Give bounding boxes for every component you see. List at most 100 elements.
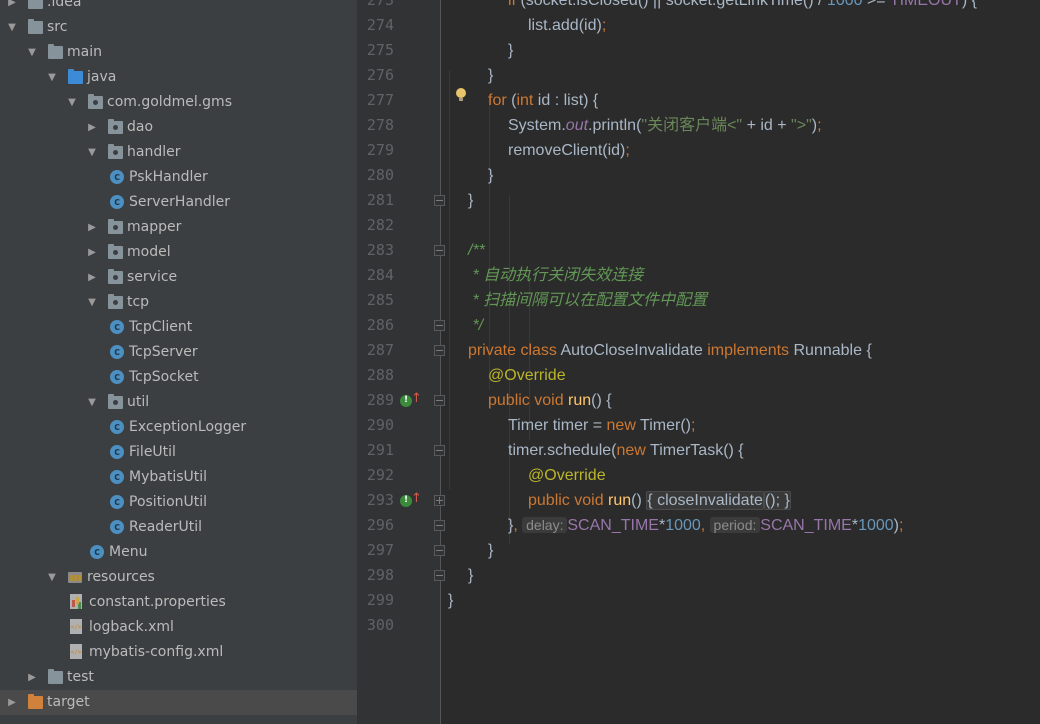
tree-item-tcp[interactable]: ▼ tcp: [0, 290, 357, 315]
collapsed-arrow-icon[interactable]: ▶: [86, 240, 98, 265]
collapsed-arrow-icon[interactable]: ▶: [6, 0, 18, 15]
code-line[interactable]: Timer timer = new Timer();: [508, 413, 695, 438]
expanded-arrow-icon[interactable]: ▼: [86, 390, 98, 415]
tree-item-tcpsocket[interactable]: TcpSocket: [0, 365, 357, 390]
tree-item-main[interactable]: ▼ main: [0, 40, 357, 65]
code-line[interactable]: timer.schedule(new TimerTask() {: [508, 438, 744, 463]
tree-item--idea[interactable]: ▶ .idea: [0, 0, 357, 15]
expanded-arrow-icon[interactable]: ▼: [86, 290, 98, 315]
tree-item-resources[interactable]: ▼ resources: [0, 565, 357, 590]
collapsed-arrow-icon[interactable]: ▶: [26, 665, 38, 690]
code-line[interactable]: @Override: [488, 363, 566, 388]
tree-item-model[interactable]: ▶ model: [0, 240, 357, 265]
code-line[interactable]: @Override: [528, 463, 606, 488]
collapse-fold-icon[interactable]: [434, 195, 445, 206]
expanded-arrow-icon[interactable]: ▼: [46, 565, 58, 590]
tree-item-java[interactable]: ▼ java: [0, 65, 357, 90]
tree-item-label: mybatis-config.xml: [89, 644, 224, 660]
code-token: Timer(): [640, 417, 691, 434]
tree-item-fileutil[interactable]: FileUtil: [0, 440, 357, 465]
tree-item-com-goldmel-gms[interactable]: ▼ com.goldmel.gms: [0, 90, 357, 115]
code-token: public void: [528, 492, 609, 509]
collapsed-arrow-icon[interactable]: ▶: [86, 215, 98, 240]
collapse-fold-icon[interactable]: [434, 345, 445, 356]
code-line[interactable]: }: [468, 563, 473, 588]
tree-item-positionutil[interactable]: PositionUtil: [0, 490, 357, 515]
code-token: .println(: [588, 117, 642, 134]
code-line[interactable]: System.out.println("关闭客户端<" + id + ">");: [508, 113, 822, 138]
tree-item-menu[interactable]: Menu: [0, 540, 357, 565]
code-line[interactable]: for (int id : list) {: [488, 88, 598, 113]
code-line[interactable]: removeClient(id);: [508, 138, 630, 163]
tree-item-mapper[interactable]: ▶ mapper: [0, 215, 357, 240]
tree-item-target[interactable]: ▶ target: [0, 690, 357, 715]
code-token: 1000: [826, 0, 863, 9]
collapse-fold-icon[interactable]: [434, 445, 445, 456]
expanded-arrow-icon[interactable]: ▼: [26, 40, 38, 65]
tree-item-dao[interactable]: ▶ dao: [0, 115, 357, 140]
tree-item-mybatis-config-xml[interactable]: mybatis-config.xml: [0, 640, 357, 665]
tree-item-label: test: [67, 669, 94, 685]
code-token: TIMEOUT: [889, 0, 962, 9]
code-line[interactable]: }: [488, 63, 493, 88]
code-line[interactable]: }, delay: SCAN_TIME*1000, period: SCAN_T…: [508, 513, 903, 538]
tree-item-constant-properties[interactable]: constant.properties: [0, 590, 357, 615]
code-line[interactable]: }: [508, 38, 513, 63]
tree-item-service[interactable]: ▶ service: [0, 265, 357, 290]
tree-item-mybatisutil[interactable]: MybatisUtil: [0, 465, 357, 490]
tree-item-src[interactable]: ▼ src: [0, 15, 357, 40]
code-token: int: [516, 92, 538, 109]
tree-item-serverhandler[interactable]: ServerHandler: [0, 190, 357, 215]
tree-item-pskhandler[interactable]: PskHandler: [0, 165, 357, 190]
collapse-fold-icon[interactable]: [434, 395, 445, 406]
expanded-arrow-icon[interactable]: ▼: [46, 65, 58, 90]
code-line[interactable]: }: [448, 588, 453, 613]
tree-item-util[interactable]: ▼ util: [0, 390, 357, 415]
collapsed-arrow-icon[interactable]: ▶: [86, 115, 98, 140]
tree-item-label: handler: [127, 144, 181, 160]
code-token: }: [488, 67, 494, 84]
tree-item-readerutil[interactable]: ReaderUtil: [0, 515, 357, 540]
collapse-fold-icon[interactable]: [434, 320, 445, 331]
tree-item-tcpclient[interactable]: TcpClient: [0, 315, 357, 340]
collapsed-arrow-icon[interactable]: ▶: [86, 265, 98, 290]
collapsed-arrow-icon[interactable]: ▶: [6, 690, 18, 715]
tree-item-logback-xml[interactable]: logback.xml: [0, 615, 357, 640]
code-line[interactable]: */: [468, 313, 483, 338]
tree-item-exceptionlogger[interactable]: ExceptionLogger: [0, 415, 357, 440]
folded-code-region[interactable]: { closeInvalidate: [646, 491, 764, 510]
java-class-icon: [110, 495, 124, 509]
expand-fold-icon[interactable]: [434, 495, 445, 506]
code-line[interactable]: public void run() { closeInvalidate (); }: [528, 488, 791, 513]
collapse-fold-icon[interactable]: [434, 520, 445, 531]
tree-item-tcpserver[interactable]: TcpServer: [0, 340, 357, 365]
code-line[interactable]: /**: [468, 238, 485, 263]
code-line[interactable]: }: [488, 163, 493, 188]
code-line[interactable]: * 扫描间隔可以在配置文件中配置: [468, 288, 707, 313]
collapse-fold-icon[interactable]: [434, 245, 445, 256]
go-to-super-method-icon[interactable]: ↑: [411, 492, 422, 505]
code-editor[interactable]: if (socket.isClosed() || socket.getLinkT…: [441, 0, 1040, 724]
tree-item-handler[interactable]: ▼ handler: [0, 140, 357, 165]
tree-item-label: TcpSocket: [129, 369, 199, 385]
folded-code-region[interactable]: (); }: [763, 491, 791, 510]
package-icon: [108, 244, 123, 259]
go-to-super-method-icon[interactable]: ↑: [411, 392, 422, 405]
intention-bulb-icon[interactable]: [456, 88, 466, 101]
code-line[interactable]: private class AutoCloseInvalidate implem…: [468, 338, 872, 363]
code-line[interactable]: public void run() {: [488, 388, 612, 413]
collapse-fold-icon[interactable]: [434, 570, 445, 581]
code-line[interactable]: }: [468, 188, 473, 213]
collapse-fold-icon[interactable]: [434, 545, 445, 556]
code-line[interactable]: if (socket.isClosed() || socket.getLinkT…: [508, 0, 977, 13]
code-token: AutoCloseInvalidate: [560, 342, 708, 359]
expanded-arrow-icon[interactable]: ▼: [66, 90, 78, 115]
tree-item-test[interactable]: ▶ test: [0, 665, 357, 690]
code-token: ;: [691, 417, 696, 434]
code-line[interactable]: list.add(id);: [528, 13, 606, 38]
code-line[interactable]: }: [488, 538, 493, 563]
expanded-arrow-icon[interactable]: ▼: [86, 140, 98, 165]
code-line[interactable]: * 自动执行关闭失效连接: [468, 263, 643, 288]
code-token: run: [608, 492, 632, 509]
expanded-arrow-icon[interactable]: ▼: [6, 15, 18, 40]
